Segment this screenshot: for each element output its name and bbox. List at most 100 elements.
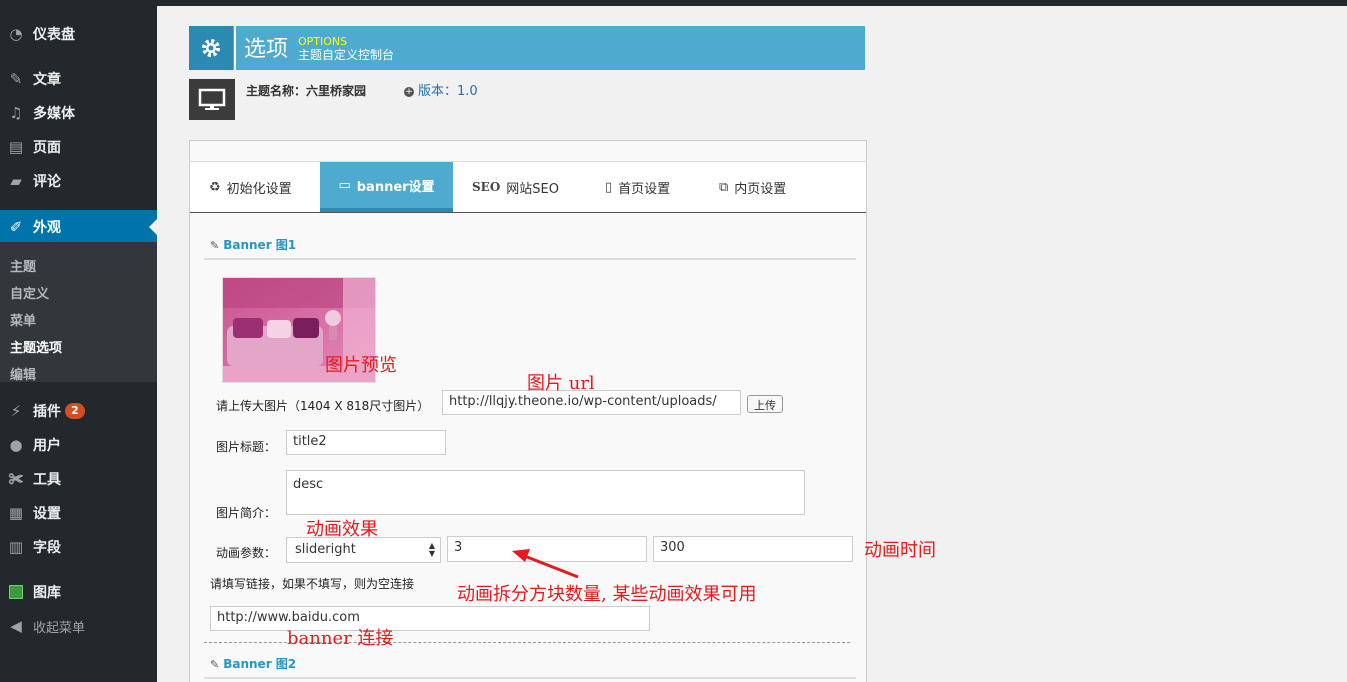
upload-label: 请上传大图片（1404 X 818尺寸图片） [216,399,430,413]
tab-label: 内页设置 [734,181,787,197]
annotation-effect: 动画效果 [306,519,378,540]
menu-label: 字段 [33,540,61,556]
plugin-update-badge: 2 [65,403,85,419]
monitor-icon [189,79,235,120]
submenu-editor[interactable]: 编辑 [10,364,36,383]
annotation-arrow [512,549,579,579]
admin-top-bar [0,0,1347,6]
wrench-icon: ✀ [8,470,24,488]
tab-inner-settings[interactable]: ⧉ 内页设置 [719,162,786,212]
copy-icon: ⧉ [719,179,729,195]
submenu-customize[interactable]: 自定义 [10,283,49,302]
theme-version: + 版本：1.0 [404,80,478,99]
page-title: 选项 [244,37,289,62]
select-arrows-icon: ▲ ▼ [428,541,435,558]
tab-init-settings[interactable]: ♻ 初始化设置 [209,162,292,212]
menu-tools[interactable]: ✀ 工具 [0,462,157,496]
recycle-icon: ♻ [209,179,221,195]
page-icon: ▤ [8,138,24,156]
submenu-themes[interactable]: 主题 [10,256,36,275]
menu-label: 页面 [33,140,61,156]
annotation-link: banner 连接 [287,628,394,649]
pin-icon: ✎ [9,70,23,88]
tab-site-seo[interactable]: SEO 网站SEO [472,162,559,212]
section-title-text: Banner 图2 [223,657,297,671]
menu-posts[interactable]: ✎ 文章 [0,62,157,96]
link-hint: 请填写链接，如果不填写，则为空连接 [210,577,415,591]
banner2-section-title: ✎ Banner 图2 [210,655,296,672]
menu-plugins[interactable]: ⚡ 插件 2 [0,394,157,428]
menu-label: 外观 [33,220,61,236]
edit-icon: ✎ [210,239,220,252]
tab-home-settings[interactable]: ▯ 首页设置 [605,162,670,212]
menu-label: 工具 [33,472,61,488]
upload-button[interactable]: 上传 [747,395,783,413]
menu-settings[interactable]: ▦ 设置 [0,496,157,530]
section-title-text: Banner 图1 [223,238,297,252]
edit-icon: ✎ [210,658,220,671]
settings-icon: ▦ [8,504,24,522]
submenu-menus[interactable]: 菜单 [10,310,36,329]
theme-name: 主题名称：六里桥家园 [246,84,367,98]
menu-label: 仪表盘 [33,27,75,43]
collapse-icon: ◀ [10,617,22,635]
menu-label: 多媒体 [33,106,75,122]
menu-comments[interactable]: ▰ 评论 [0,164,157,198]
image-title-input[interactable]: title2 [286,430,446,455]
annotation-time: 动画时间 [864,540,936,561]
gear-icon [189,26,233,70]
options-header: 选项 OPTIONS 主题自定义控制台 [189,26,865,70]
media-icon: ♫ [9,104,23,122]
admin-sidebar: ◔ 仪表盘 ✎ 文章 ♫ 多媒体 ▤ 页面 ▰ 评论 ✐ 外观 主题 自定义 菜… [0,6,157,682]
fields-icon: ▥ [8,538,24,556]
tab-label: 首页设置 [618,181,671,197]
seo-icon: SEO [472,180,501,194]
comment-icon: ▰ [10,172,22,190]
banner1-section-title: ✎ Banner 图1 [210,236,296,253]
annotation-url: 图片 url [527,373,595,394]
monitor-icon: ▭ [338,177,351,193]
menu-label: 收起菜单 [33,620,86,636]
menu-label: 插件 [33,404,61,420]
plus-icon: + [404,87,414,97]
menu-users[interactable]: ● 用户 [0,428,157,462]
version-label: 版本：1.0 [418,84,478,99]
submenu-theme-options[interactable]: 主题选项 [10,337,62,356]
select-value: slideright [295,542,356,557]
plugin-icon: ⚡ [10,402,22,420]
page-subtitle-cn: 主题自定义控制台 [298,48,395,62]
collapse-menu[interactable]: ◀ 收起菜单 [0,609,157,643]
menu-label: 文章 [33,72,61,88]
menu-gallery[interactable]: 图库 [0,575,157,609]
gallery-icon [7,583,25,601]
menu-label: 图库 [33,585,61,601]
section-rule [204,258,856,260]
tab-banner-settings[interactable]: ▭ banner设置 [320,162,453,212]
tab-label: 网站SEO [506,181,559,197]
header-divider [234,26,236,70]
appearance-submenu: 主题 自定义 菜单 主题选项 编辑 [0,242,157,383]
animation-label: 动画参数： [216,546,277,560]
menu-label: 评论 [33,174,61,190]
image-desc-textarea[interactable]: desc [286,470,805,515]
tab-label: banner设置 [356,179,435,195]
image-title-label: 图片标题： [216,440,277,454]
annotation-preview: 图片预览 [325,355,397,376]
section-rule [204,677,856,679]
tab-bar: ♻ 初始化设置 ▭ banner设置 SEO 网站SEO ▯ 首页设置 ⧉ 内页… [190,161,866,213]
image-desc-label: 图片简介： [216,506,277,520]
brush-icon: ✐ [9,218,23,236]
menu-pages[interactable]: ▤ 页面 [0,130,157,164]
tab-label: 初始化设置 [226,181,292,197]
banner-link-input[interactable]: http://www.baidu.com [210,606,650,631]
menu-label: 设置 [33,506,61,522]
file-icon: ▯ [605,179,613,195]
animation-time-input[interactable]: 300 [653,536,853,562]
menu-dashboard[interactable]: ◔ 仪表盘 [0,17,157,51]
menu-appearance[interactable]: ✐ 外观 [0,210,157,244]
menu-media[interactable]: ♫ 多媒体 [0,96,157,130]
user-icon: ● [9,436,23,454]
menu-fields[interactable]: ▥ 字段 [0,530,157,564]
menu-label: 用户 [33,438,61,454]
dashboard-icon: ◔ [9,25,23,43]
